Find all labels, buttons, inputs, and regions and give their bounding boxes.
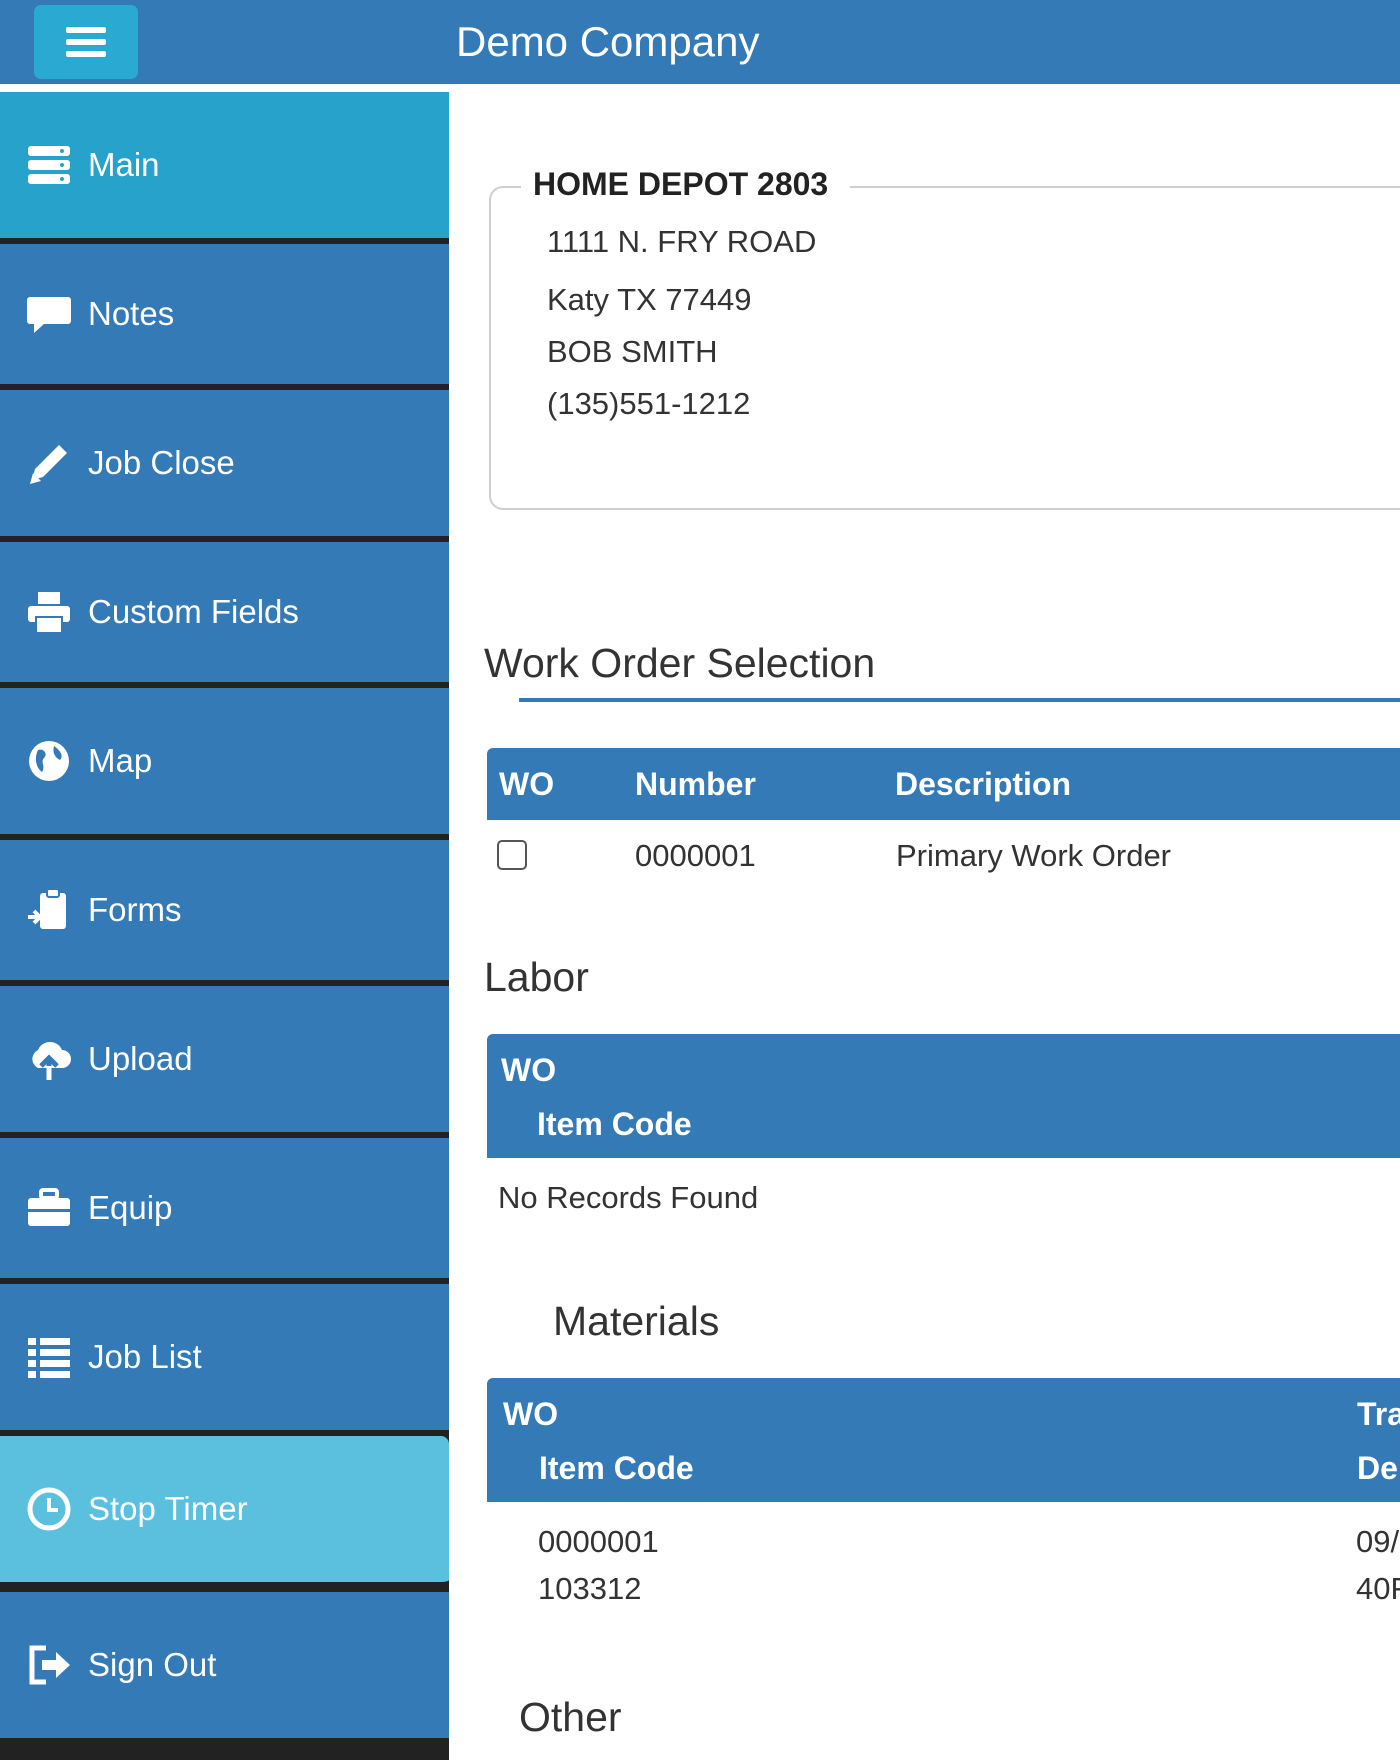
- materials-header-right-1: Tra: [1357, 1396, 1400, 1432]
- sidebar-item-job-list[interactable]: Job List: [0, 1284, 449, 1436]
- column-header-number: Number: [635, 766, 756, 802]
- wo-description: Primary Work Order: [896, 838, 1172, 873]
- sidebar-item-stop-timer[interactable]: Stop Timer: [0, 1436, 449, 1588]
- location-city-state-zip: Katy TX 77449: [547, 282, 752, 317]
- sidebar-item-upload[interactable]: Upload: [0, 986, 449, 1138]
- wo-select-checkbox[interactable]: [497, 840, 527, 870]
- material-wo: 0000001: [538, 1524, 659, 1559]
- clock-icon: [27, 1487, 71, 1531]
- column-header-description: Description: [895, 766, 1072, 802]
- location-name: HOME DEPOT 2803: [521, 166, 851, 203]
- app-title: Demo Company: [456, 18, 760, 65]
- menu-button[interactable]: [34, 5, 138, 79]
- material-right-1: 09/: [1356, 1524, 1400, 1559]
- globe-icon: [29, 741, 69, 781]
- sidebar-item-label: Notes: [88, 295, 175, 332]
- work-order-table-header: WO Number Description: [487, 748, 1400, 820]
- location-card: HOME DEPOT 2803 1111 N. FRY ROAD Katy TX…: [489, 166, 1400, 510]
- materials-header-right-2: De: [1357, 1450, 1398, 1486]
- sidebar-item-custom-fields[interactable]: Custom Fields: [0, 542, 449, 688]
- labor-header-item-code: Item Code: [537, 1106, 692, 1142]
- sidebar-item-equip[interactable]: Equip: [0, 1138, 449, 1284]
- work-order-selection-title: Work Order Selection: [484, 640, 876, 686]
- chat-icon: [27, 297, 71, 333]
- location-address: 1111 N. FRY ROAD: [547, 224, 817, 259]
- sign-out-icon: [29, 1645, 70, 1685]
- sidebar-item-label: Sign Out: [88, 1646, 217, 1683]
- sidebar-item-label: Upload: [88, 1040, 193, 1077]
- column-header-wo: WO: [499, 766, 555, 802]
- labor-empty-message: No Records Found: [498, 1180, 759, 1215]
- labor-title: Labor: [484, 954, 589, 1000]
- sidebar-item-forms[interactable]: Forms: [0, 840, 449, 986]
- materials-header-wo: WO: [503, 1396, 559, 1432]
- sidebar-item-label: Map: [88, 742, 153, 779]
- material-right-2: 40F: [1356, 1571, 1400, 1606]
- main-content: HOME DEPOT 2803 1111 N. FRY ROAD Katy TX…: [449, 92, 1400, 1760]
- server-icon: [28, 146, 70, 184]
- sidebar-item-job-close[interactable]: Job Close: [0, 390, 449, 542]
- toolbox-icon: [28, 1188, 70, 1226]
- other-title: Other: [519, 1694, 622, 1740]
- sidebar-item-label: Main: [88, 146, 160, 183]
- materials-table-header: WO Item Code Tra De: [487, 1378, 1400, 1502]
- list-icon: [28, 1338, 70, 1378]
- sidebar-item-label: Job Close: [88, 444, 235, 481]
- sidebar: Main Notes Job Close Custom Fields Map F…: [0, 92, 449, 1760]
- printer-icon: [28, 592, 70, 634]
- sidebar-item-sign-out[interactable]: Sign Out: [0, 1592, 449, 1744]
- sidebar-item-label: Stop Timer: [88, 1490, 248, 1527]
- sidebar-item-label: Forms: [88, 891, 182, 928]
- materials-header-item-code: Item Code: [539, 1450, 694, 1486]
- sidebar-item-notes[interactable]: Notes: [0, 244, 449, 390]
- materials-title: Materials: [553, 1298, 720, 1344]
- sidebar-item-label: Job List: [88, 1338, 202, 1375]
- sidebar-item-map[interactable]: Map: [0, 688, 449, 840]
- sidebar-item-label: Custom Fields: [88, 593, 299, 630]
- sidebar-item-main[interactable]: Main: [0, 92, 449, 244]
- sidebar-item-label: Equip: [88, 1189, 173, 1226]
- section-underline: [519, 698, 1400, 702]
- labor-header-wo: WO: [501, 1052, 557, 1088]
- material-item-code: 103312: [538, 1571, 642, 1606]
- top-bar: Demo Company: [0, 0, 1400, 84]
- location-contact: BOB SMITH: [547, 334, 718, 369]
- pencil-icon: [30, 445, 67, 484]
- location-phone: (135)551-1212: [547, 386, 751, 421]
- labor-table-header: WO Item Code S D: [487, 1034, 1400, 1158]
- wo-number: 0000001: [635, 838, 756, 873]
- clipboard-icon: [28, 888, 66, 929]
- header-divider: [0, 84, 1400, 92]
- cloud-upload-icon: [32, 1042, 71, 1080]
